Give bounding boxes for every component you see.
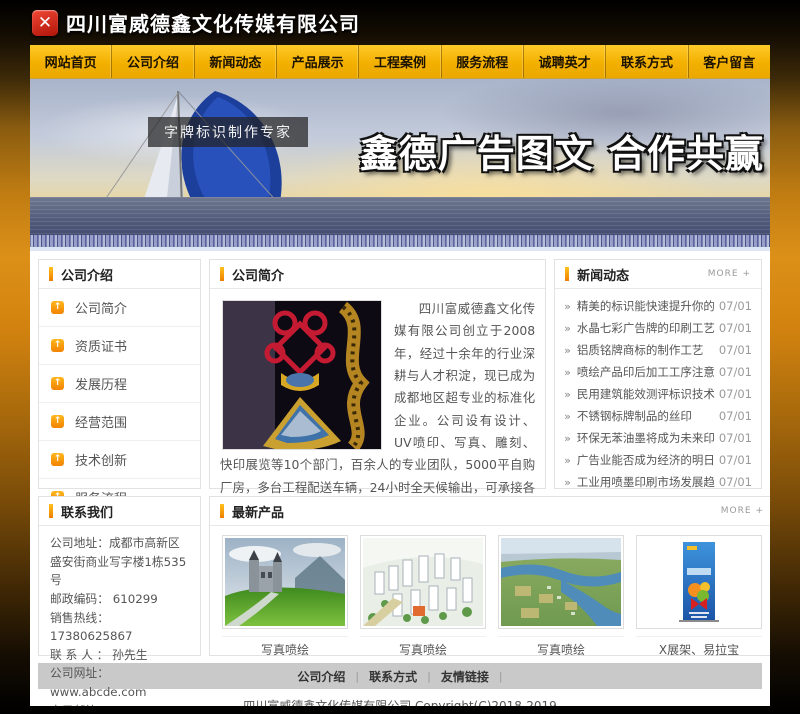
main-nav: 网站首页 公司介绍 新闻动态 产品展示 工程案例 服务流程 诚聘英才 联系方式 …: [30, 45, 770, 79]
nav-item-cases[interactable]: 工程案例: [359, 45, 441, 78]
arrow-up-icon: ↑: [51, 301, 64, 314]
contact-panel: 联系我们 公司地址：成都市高新区盛安街商业写字楼1栋535号 邮政编码： 610…: [38, 496, 201, 656]
accent-bar-icon: [220, 267, 224, 281]
contact-email-label: 电子邮箱：: [50, 702, 189, 706]
footer-link-contact[interactable]: 联系方式: [369, 668, 417, 685]
news-more-link[interactable]: MORE +: [708, 269, 751, 279]
news-item[interactable]: »水晶七彩广告牌的印刷工艺07/01: [564, 317, 752, 339]
products-grid: 写真喷绘: [210, 526, 770, 667]
sidebar-menu: ↑ 公司简介 ↑ 资质证书 ↑ 发展历程 ↑ 经营范围 ↑ 技术创新: [39, 289, 200, 517]
footer-separator: |: [499, 670, 503, 683]
accent-bar-icon: [565, 267, 569, 281]
footer-link-friends[interactable]: 友情链接: [441, 668, 489, 685]
nav-item-jobs[interactable]: 诚聘英才: [524, 45, 606, 78]
nav-item-news[interactable]: 新闻动态: [195, 45, 277, 78]
contact-zip: 邮政编码： 610299: [50, 590, 189, 609]
company-logo-icon: ✕: [32, 10, 58, 36]
sidebar-item-certificates[interactable]: ↑ 资质证书: [39, 327, 200, 365]
sidebar-company-intro: 公司介绍 ↑ 公司简介 ↑ 资质证书 ↑ 发展历程 ↑ 经营范围: [38, 259, 201, 489]
page: ✕ 四川富威德鑫文化传媒有限公司 网站首页 公司介绍 新闻动态 产品展示 工程案…: [30, 0, 770, 706]
row-top: 公司介绍 ↑ 公司简介 ↑ 资质证书 ↑ 发展历程 ↑ 经营范围: [38, 259, 762, 489]
nav-item-about[interactable]: 公司介绍: [112, 45, 194, 78]
product-item[interactable]: X展架、易拉宝: [636, 535, 762, 658]
product-photo-rollup-banner: [639, 538, 759, 626]
contact-address: 公司地址：成都市高新区盛安街商业写字楼1栋535号: [50, 534, 189, 590]
nav-item-service[interactable]: 服务流程: [442, 45, 524, 78]
products-title: 最新产品: [232, 502, 284, 521]
sidebar-title: 公司介绍: [61, 265, 113, 284]
contact-body: 公司地址：成都市高新区盛安街商业写字楼1栋535号 邮政编码： 610299 销…: [39, 526, 200, 706]
company-profile-panel: 公司简介: [209, 259, 546, 489]
product-caption: 写真喷绘: [360, 636, 486, 658]
product-photo-river: [501, 538, 621, 626]
banner-bottom-line: [30, 247, 770, 251]
news-item[interactable]: »环保无苯油墨将成为未来印07/01: [564, 427, 752, 449]
row-bottom: 联系我们 公司地址：成都市高新区盛安街商业写字楼1栋535号 邮政编码： 610…: [38, 496, 762, 656]
news-item[interactable]: »工业用喷墨印刷市场发展趋07/01: [564, 471, 752, 493]
nav-item-contact[interactable]: 联系方式: [606, 45, 688, 78]
about-photo: [222, 300, 382, 450]
products-header: 最新产品 MORE +: [210, 497, 770, 526]
products-more-link[interactable]: MORE +: [721, 506, 764, 516]
hero-banner: 字牌标识制作专家 鑫德广告图文 合作共赢: [30, 79, 770, 251]
product-caption: X展架、易拉宝: [636, 636, 762, 658]
product-item[interactable]: 写真喷绘: [498, 535, 624, 658]
accent-bar-icon: [49, 504, 53, 518]
news-header: 新闻动态 MORE +: [555, 260, 761, 289]
nav-item-products[interactable]: 产品展示: [277, 45, 359, 78]
footer-link-about[interactable]: 公司介绍: [297, 668, 345, 685]
latest-products-panel: 最新产品 MORE +: [209, 496, 770, 656]
product-photo-estate: [363, 538, 483, 626]
news-item[interactable]: »广告业能否成为经济的明日07/01: [564, 449, 752, 471]
footer-separator: |: [355, 670, 359, 683]
sidebar-item-profile[interactable]: ↑ 公司简介: [39, 289, 200, 327]
news-item[interactable]: »精美的标识能快速提升你的07/01: [564, 295, 752, 317]
content-area: 公司介绍 ↑ 公司简介 ↑ 资质证书 ↑ 发展历程 ↑ 经营范围: [30, 251, 770, 706]
banner-slogan: 鑫德广告图文 合作共赢: [360, 123, 764, 178]
sidebar-item-history[interactable]: ↑ 发展历程: [39, 365, 200, 403]
contact-title: 联系我们: [61, 502, 113, 521]
banner-glitch-strip: [30, 235, 770, 247]
arrow-up-icon: ↑: [51, 339, 64, 352]
accent-bar-icon: [49, 267, 53, 281]
footer-separator: |: [427, 670, 431, 683]
news-item[interactable]: »喷绘产品印后加工工序注意07/01: [564, 361, 752, 383]
news-list: »精美的标识能快速提升你的07/01 »水晶七彩广告牌的印刷工艺07/01 »铝…: [555, 289, 761, 493]
about-header: 公司简介: [210, 260, 545, 289]
arrow-up-icon: ↑: [51, 415, 64, 428]
news-item[interactable]: »不锈钢标牌制品的丝印07/01: [564, 405, 752, 427]
arrow-up-icon: ↑: [51, 453, 64, 466]
product-caption: 写真喷绘: [222, 636, 348, 658]
product-caption: 写真喷绘: [498, 636, 624, 658]
arrow-up-icon: ↑: [51, 377, 64, 390]
banner-sea: [30, 197, 770, 237]
news-item[interactable]: »民用建筑能效测评标识技术07/01: [564, 383, 752, 405]
news-panel: 新闻动态 MORE + »精美的标识能快速提升你的07/01 »水晶七彩广告牌的…: [554, 259, 762, 489]
product-item[interactable]: 写真喷绘: [360, 535, 486, 658]
about-title: 公司简介: [232, 265, 284, 284]
contact-website: 公司网址： www.abcde.com: [50, 664, 189, 701]
company-name: 四川富威德鑫文化传媒有限公司: [66, 8, 360, 37]
nav-item-message[interactable]: 客户留言: [689, 45, 770, 78]
sidebar-item-innovation[interactable]: ↑ 技术创新: [39, 441, 200, 479]
nav-item-home[interactable]: 网站首页: [30, 45, 112, 78]
contact-person: 联 系 人 ： 孙先生: [50, 646, 189, 665]
contact-header: 联系我们: [39, 497, 200, 526]
product-item[interactable]: 写真喷绘: [222, 535, 348, 658]
product-photo-castle: [225, 538, 345, 626]
sidebar-item-scope[interactable]: ↑ 经营范围: [39, 403, 200, 441]
sidebar-header: 公司介绍: [39, 260, 200, 289]
accent-bar-icon: [220, 504, 224, 518]
contact-hotline: 销售热线： 17380625867: [50, 609, 189, 646]
news-item[interactable]: »铝质铭牌商标的制作工艺07/01: [564, 339, 752, 361]
site-header: ✕ 四川富威德鑫文化传媒有限公司: [30, 0, 770, 45]
banner-tagline: 字牌标识制作专家: [148, 117, 308, 147]
news-title: 新闻动态: [577, 265, 629, 284]
